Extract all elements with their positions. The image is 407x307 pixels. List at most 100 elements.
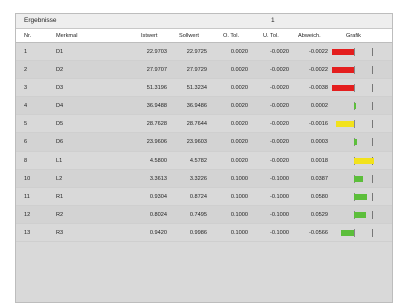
cell-merkmal: R1 [56,193,64,200]
cell-abweich: -0.0566 [309,229,328,236]
table-row[interactable]: 13 R3 0.9420 0.9986 0.1000 -0.1000 -0.0566 [16,224,392,243]
col-abweich: Abweich. [298,33,321,39]
deviation-bar [332,49,354,55]
cell-u-tol: -0.0020 [270,103,289,110]
panel-titlebar: Ergebnisse 1 [16,14,392,29]
cell-u-tol: -0.1000 [270,175,289,182]
table-header: Nr. Merkmal Istwert Sollwert O. Tol. U. … [16,29,392,43]
cell-o-tol: 0.1000 [230,193,248,200]
cell-o-tol: 0.1000 [230,175,248,182]
graph-tolerance-tick [372,192,373,201]
cell-istwert: 0.9420 [149,229,167,236]
cell-merkmal: R3 [56,229,64,236]
deviation-graph [331,79,379,97]
graph-tolerance-tick [372,228,373,237]
deviation-bar [332,67,354,74]
table-row[interactable]: 10 L2 3.3613 3.3226 0.1000 -0.1000 0.0387 [16,169,392,188]
cell-sollwert: 4.5782 [189,157,207,164]
cell-abweich: -0.0022 [309,49,328,55]
graph-center-line [354,66,355,75]
deviation-bar [341,229,354,236]
cell-u-tol: -0.1000 [270,193,289,200]
col-merkmal: Merkmal [56,33,78,39]
cell-sollwert: 22.9725 [186,49,207,55]
cell-abweich: 0.0387 [310,175,328,182]
deviation-bar [354,175,363,182]
cell-o-tol: 0.0020 [230,139,248,146]
cell-nr: 2 [24,67,28,74]
cell-merkmal: D6 [56,139,64,146]
table-row[interactable]: 6 D6 23.9606 23.9603 0.0020 -0.0020 0.0003 [16,133,392,152]
graph-tolerance-tick [372,84,373,93]
cell-abweich: -0.0016 [309,121,328,128]
cell-merkmal: L2 [56,175,63,182]
cell-u-tol: -0.1000 [270,211,289,218]
table-row[interactable]: 3 D3 51.3196 51.3234 0.0020 -0.0020 -0.0038 [16,79,392,98]
cell-sollwert: 23.9603 [186,139,207,146]
results-panel: Ergebnisse 1 Nr. Merkmal Istwert Sollwer… [15,13,393,303]
deviation-bar [336,121,354,128]
cell-merkmal: D2 [56,67,64,74]
cell-o-tol: 0.0020 [230,85,248,92]
col-o-tol: O. Tol. [223,33,240,39]
cell-abweich: 0.0580 [310,193,328,200]
cell-sollwert: 27.9729 [186,67,207,74]
graph-tolerance-tick [372,48,373,56]
cell-abweich: -0.0022 [309,67,328,74]
table-row[interactable]: 11 R1 0.9304 0.8724 0.1000 -0.1000 0.0580 [16,188,392,206]
deviation-graph [331,188,379,206]
deviation-graph [331,97,379,115]
graph-center-line [354,228,355,237]
cell-istwert: 51.3196 [146,85,167,92]
cell-sollwert: 0.8724 [189,193,207,200]
cell-istwert: 0.9304 [149,193,167,200]
cell-istwert: 36.9488 [146,103,167,110]
cell-o-tol: 0.0020 [230,121,248,128]
cell-istwert: 28.7628 [146,121,167,128]
graph-center-line [354,48,355,56]
deviation-bar [332,85,354,92]
deviation-graph [331,61,379,79]
cell-u-tol: -0.0020 [270,49,289,55]
graph-center-line [354,84,355,93]
table-row[interactable]: 8 L1 4.5800 4.5782 0.0020 -0.0020 0.0018 [16,152,392,170]
cell-merkmal: D1 [56,49,64,55]
table-row[interactable]: 4 D4 36.9488 36.9486 0.0020 -0.0020 0.0002 [16,97,392,116]
cell-merkmal: D5 [56,121,64,128]
cell-nr: 4 [24,103,28,110]
graph-tolerance-tick [372,174,373,183]
cell-nr: 6 [24,139,28,146]
graph-tolerance-tick [372,210,373,219]
cell-istwert: 22.9703 [146,49,167,55]
col-u-tol: U. Tol. [263,33,279,39]
deviation-graph [331,206,379,224]
deviation-bar [354,139,357,146]
table-row[interactable]: 12 R2 0.8024 0.7495 0.1000 -0.1000 0.0529 [16,205,392,224]
col-nr: Nr. [24,33,32,39]
cell-merkmal: L1 [56,157,63,164]
graph-center-line [354,120,355,129]
cell-nr: 11 [24,193,30,200]
page-number: 1 [271,17,275,24]
cell-nr: 1 [24,49,28,55]
cell-u-tol: -0.1000 [270,229,289,236]
cell-nr: 8 [24,157,28,164]
cell-o-tol: 0.1000 [230,229,248,236]
graph-tolerance-tick [372,120,373,129]
cell-sollwert: 0.7495 [189,211,207,218]
table-row[interactable]: 1 D1 22.9703 22.9725 0.0020 -0.0020 -0.0022 [16,43,392,62]
cell-nr: 12 [24,211,31,218]
cell-nr: 10 [24,175,31,182]
cell-istwert: 4.5800 [149,157,167,164]
deviation-graph [331,115,379,133]
table-row[interactable]: 5 D5 28.7628 28.7644 0.0020 -0.0020 -0.0016 [16,115,392,134]
table-row[interactable]: 2 D2 27.9707 27.9729 0.0020 -0.0020 -0.0022 [16,61,392,80]
graph-tolerance-tick [372,66,373,75]
cell-nr: 3 [24,85,28,92]
cell-u-tol: -0.0020 [270,157,289,164]
cell-abweich: 0.0018 [310,157,328,164]
cell-merkmal: D3 [56,85,64,92]
cell-istwert: 27.9707 [146,67,167,74]
results-table-body: 1 D1 22.9703 22.9725 0.0020 -0.0020 -0.0022 2 D2… [16,43,392,243]
cell-o-tol: 0.0020 [230,49,248,55]
